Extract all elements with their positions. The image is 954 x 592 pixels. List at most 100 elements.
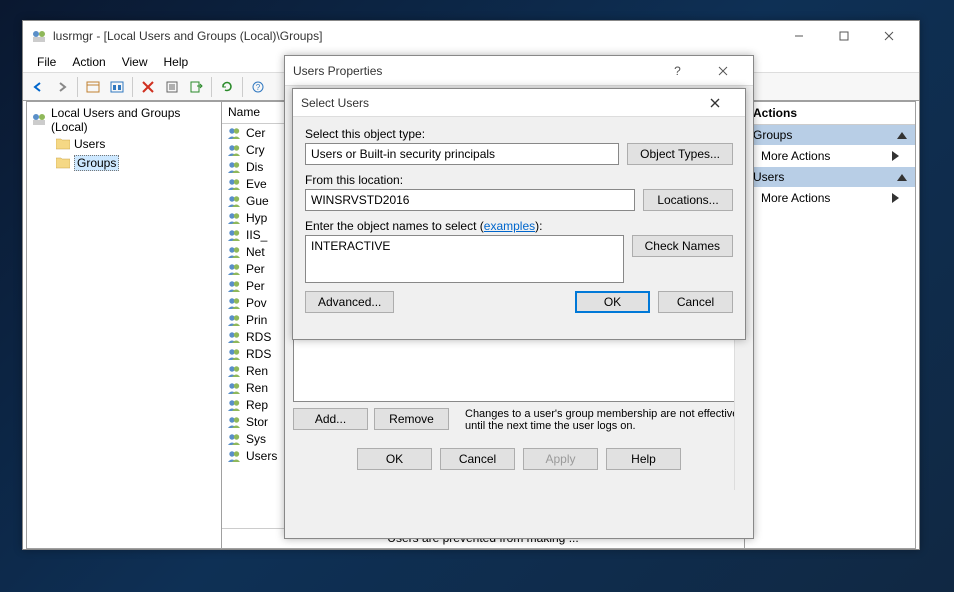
group-icon: [226, 210, 242, 226]
group-name: Ren: [246, 381, 268, 395]
group-icon: [226, 312, 242, 328]
group-name: Gue: [246, 194, 269, 208]
group-icon: [226, 244, 242, 260]
export-icon[interactable]: [185, 76, 207, 98]
tree-root[interactable]: Local Users and Groups (Local): [31, 106, 217, 134]
actions-section-users-label: Users: [753, 170, 784, 184]
maximize-button[interactable]: [821, 22, 866, 50]
add-button[interactable]: Add...: [293, 408, 368, 430]
props-ok-button[interactable]: OK: [357, 448, 432, 470]
object-names-input[interactable]: INTERACTIVE: [305, 235, 624, 283]
group-name: IIS_: [246, 228, 267, 242]
toolbar-separator: [211, 77, 212, 97]
actions-pane: Actions Groups More Actions Users More A…: [745, 102, 915, 548]
names-label-pre: Enter the object names to select (: [305, 219, 484, 233]
locations-button[interactable]: Locations...: [643, 189, 733, 211]
toolbar-separator: [132, 77, 133, 97]
names-label-post: ):: [535, 219, 542, 233]
actions-section-groups-label: Groups: [753, 128, 792, 142]
group-name: Ren: [246, 364, 268, 378]
actions-more-groups-label: More Actions: [761, 149, 830, 163]
group-name: Stor: [246, 415, 268, 429]
group-icon: [226, 414, 242, 430]
select-ok-button[interactable]: OK: [575, 291, 650, 313]
props-help-button[interactable]: ?: [655, 57, 700, 85]
select-title: Select Users: [301, 96, 369, 110]
remove-button[interactable]: Remove: [374, 408, 449, 430]
tree-pane[interactable]: Local Users and Groups (Local) Users Gro…: [27, 102, 222, 548]
group-name: Cry: [246, 143, 265, 157]
actions-more-users[interactable]: More Actions: [745, 187, 915, 209]
select-cancel-button[interactable]: Cancel: [658, 291, 733, 313]
folder-icon: [56, 157, 70, 169]
props-help-button2[interactable]: Help: [606, 448, 681, 470]
minimize-button[interactable]: [776, 22, 821, 50]
examples-link[interactable]: examples: [484, 219, 535, 233]
delete-icon[interactable]: [137, 76, 159, 98]
group-icon: [226, 397, 242, 413]
props-close-button[interactable]: [700, 57, 745, 85]
refresh-icon[interactable]: [216, 76, 238, 98]
group-name: Net: [246, 245, 265, 259]
collapse-icon: [897, 174, 907, 181]
actions-more-users-label: More Actions: [761, 191, 830, 205]
menu-help[interactable]: Help: [156, 53, 197, 71]
select-titlebar[interactable]: Select Users: [293, 89, 745, 117]
back-button[interactable]: [27, 76, 49, 98]
group-name: RDS: [246, 347, 271, 361]
group-name: Per: [246, 279, 265, 293]
location-field[interactable]: WINSRVSTD2016: [305, 189, 635, 211]
main-title: lusrmgr - [Local Users and Groups (Local…: [53, 29, 322, 43]
group-name: Sys: [246, 432, 266, 446]
properties-icon[interactable]: [161, 76, 183, 98]
group-icon: [226, 380, 242, 396]
close-button[interactable]: [866, 22, 911, 50]
group-name: Per: [246, 262, 265, 276]
group-name: Eve: [246, 177, 267, 191]
group-name: Pov: [246, 296, 267, 310]
group-icon: [226, 125, 242, 141]
submenu-icon: [892, 193, 899, 203]
actions-section-users[interactable]: Users: [745, 167, 915, 187]
object-type-label: Select this object type:: [305, 127, 733, 141]
object-type-field[interactable]: Users or Built-in security principals: [305, 143, 619, 165]
group-icon: [226, 363, 242, 379]
toolbar-separator: [242, 77, 243, 97]
svg-text:?: ?: [256, 83, 261, 92]
options-icon[interactable]: [106, 76, 128, 98]
menu-file[interactable]: File: [29, 53, 64, 71]
group-icon: [226, 176, 242, 192]
props-apply-button[interactable]: Apply: [523, 448, 598, 470]
app-icon: [31, 28, 47, 44]
props-titlebar[interactable]: Users Properties ?: [285, 56, 753, 86]
help-icon[interactable]: ?: [247, 76, 269, 98]
advanced-button[interactable]: Advanced...: [305, 291, 394, 313]
group-icon: [226, 142, 242, 158]
actions-header: Actions: [745, 102, 915, 125]
actions-more-groups[interactable]: More Actions: [745, 145, 915, 167]
collapse-icon: [897, 132, 907, 139]
props-title: Users Properties: [293, 64, 382, 78]
submenu-icon: [892, 151, 899, 161]
group-icon: [226, 193, 242, 209]
check-names-button[interactable]: Check Names: [632, 235, 733, 257]
select-close-button[interactable]: [692, 89, 737, 117]
menu-view[interactable]: View: [114, 53, 156, 71]
new-window-icon[interactable]: [82, 76, 104, 98]
tree-groups[interactable]: Groups: [53, 154, 217, 172]
group-icon: [226, 227, 242, 243]
props-cancel-button[interactable]: Cancel: [440, 448, 515, 470]
object-types-button[interactable]: Object Types...: [627, 143, 733, 165]
group-name: Rep: [246, 398, 268, 412]
group-icon: [226, 346, 242, 362]
group-name: Cer: [246, 126, 265, 140]
tree-root-label: Local Users and Groups (Local): [51, 106, 217, 134]
actions-section-groups[interactable]: Groups: [745, 125, 915, 145]
select-users-dialog: Select Users Select this object type: Us…: [292, 88, 746, 340]
menu-action[interactable]: Action: [64, 53, 113, 71]
group-icon: [226, 448, 242, 464]
tree-users[interactable]: Users: [53, 136, 217, 152]
select-body: Select this object type: Users or Built-…: [293, 117, 745, 323]
forward-button[interactable]: [51, 76, 73, 98]
main-titlebar[interactable]: lusrmgr - [Local Users and Groups (Local…: [23, 21, 919, 51]
